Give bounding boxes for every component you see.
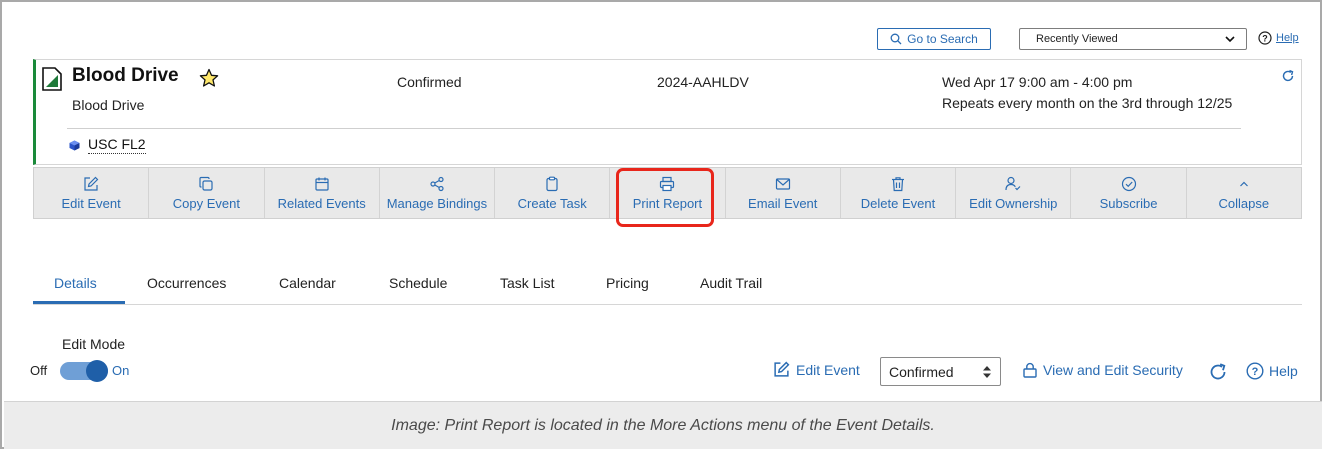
tab-calendar[interactable]: Calendar [279, 275, 336, 291]
image-caption: Image: Print Report is located in the Mo… [4, 401, 1322, 449]
event-card: Blood Drive Blood Drive Confirmed 2024-A… [33, 59, 1302, 165]
manage-bindings-label: Manage Bindings [386, 195, 488, 211]
help-icon: ? [1258, 31, 1272, 45]
copy-event-label: Copy Event [172, 195, 240, 211]
trash-icon [891, 176, 904, 191]
manage-bindings-button[interactable]: Manage Bindings [380, 168, 496, 218]
star-icon[interactable] [199, 68, 219, 88]
screenshot-frame: Go to Search Recently Viewed ? Help Bloo… [0, 0, 1322, 449]
related-events-label: Related Events [277, 195, 366, 211]
document-icon [42, 67, 62, 91]
tab-task-list[interactable]: Task List [500, 275, 554, 291]
toggle-knob [86, 360, 108, 382]
event-title: Blood Drive [72, 65, 179, 86]
edit-icon [774, 361, 790, 377]
event-actions-toolbar: Edit Event Copy Event Related Events Man… [33, 167, 1302, 219]
chevron-down-icon [1225, 36, 1235, 43]
delete-event-button[interactable]: Delete Event [841, 168, 957, 218]
sort-arrows-icon [983, 366, 991, 378]
tab-occurrences[interactable]: Occurrences [147, 275, 226, 291]
recently-viewed-label: Recently Viewed [1036, 33, 1118, 45]
edit-mode-label: Edit Mode [62, 336, 126, 352]
toggle-off-label: Off [30, 363, 48, 378]
svg-text:?: ? [1252, 366, 1259, 378]
cube-icon [69, 140, 80, 151]
status-select[interactable]: Confirmed [880, 357, 1001, 386]
refresh-icon[interactable] [1208, 362, 1228, 382]
tab-details[interactable]: Details [54, 275, 97, 291]
edit-event-button[interactable]: Edit Event [34, 168, 150, 218]
recently-viewed-select[interactable]: Recently Viewed [1019, 28, 1247, 50]
help-link[interactable]: ? Help [1258, 31, 1299, 45]
chevron-up-icon [1239, 181, 1248, 186]
svg-text:?: ? [1262, 33, 1268, 43]
copy-icon [199, 176, 213, 191]
printer-icon [660, 176, 675, 191]
event-reference: 2024-AAHLDV [657, 74, 749, 90]
location-link[interactable]: USC FL2 [88, 136, 146, 154]
help-label: Help [1276, 32, 1299, 44]
search-icon [890, 33, 902, 45]
go-to-search-button[interactable]: Go to Search [877, 28, 991, 50]
card-divider [67, 128, 1241, 129]
refresh-icon[interactable] [1281, 69, 1295, 83]
envelope-icon [775, 177, 790, 190]
edit-ownership-button[interactable]: Edit Ownership [956, 168, 1072, 218]
copy-event-button[interactable]: Copy Event [149, 168, 265, 218]
status-select-value: Confirmed [889, 363, 954, 380]
view-edit-security-link[interactable]: View and Edit Security [1022, 362, 1183, 378]
delete-event-label: Delete Event [860, 195, 936, 211]
clipboard-icon [546, 176, 558, 191]
create-task-button[interactable]: Create Task [495, 168, 611, 218]
email-event-button[interactable]: Email Event [726, 168, 841, 218]
event-repeat: Repeats every month on the 3rd through 1… [942, 95, 1233, 111]
go-to-search-label: Go to Search [907, 32, 978, 46]
print-report-label: Print Report [632, 195, 703, 211]
print-report-button[interactable]: Print Report [610, 168, 726, 218]
edit-event-link-label: Edit Event [796, 361, 860, 378]
edit-event-label: Edit Event [61, 195, 121, 211]
user-check-icon [1005, 176, 1021, 190]
help-icon: ? [1246, 362, 1264, 380]
calendar-icon [315, 177, 329, 191]
email-event-label: Email Event [748, 195, 818, 211]
tab-pricing[interactable]: Pricing [606, 275, 649, 291]
help-link-bottom[interactable]: ? Help [1246, 362, 1298, 380]
event-status: Confirmed [397, 74, 462, 90]
edit-ownership-label: Edit Ownership [969, 195, 1058, 211]
event-subtitle: Blood Drive [72, 97, 145, 113]
related-events-button[interactable]: Related Events [265, 168, 380, 218]
caption-text: Image: Print Report is located in the Mo… [391, 416, 935, 434]
event-date: Wed Apr 17 9:00 am - 4:00 pm [942, 74, 1133, 90]
edit-mode-toggle[interactable] [60, 360, 108, 382]
event-tabs: Details Occurrences Calendar Schedule Ta… [33, 267, 1302, 305]
edit-event-link[interactable]: Edit Event [773, 361, 860, 378]
tab-audit-trail[interactable]: Audit Trail [700, 275, 762, 291]
edit-icon [84, 176, 99, 191]
tab-schedule[interactable]: Schedule [389, 275, 447, 291]
active-tab-indicator [33, 301, 125, 304]
subscribe-label: Subscribe [1099, 195, 1158, 211]
subscribe-button[interactable]: Subscribe [1071, 168, 1187, 218]
help-bottom-label: Help [1269, 363, 1298, 379]
collapse-label: Collapse [1218, 195, 1270, 211]
share-icon [430, 176, 444, 191]
create-task-label: Create Task [517, 195, 587, 211]
check-circle-icon [1121, 176, 1136, 191]
lock-icon [1023, 362, 1037, 378]
toggle-on-label: On [112, 363, 130, 378]
view-edit-security-label: View and Edit Security [1043, 362, 1183, 378]
collapse-button[interactable]: Collapse [1187, 168, 1301, 218]
